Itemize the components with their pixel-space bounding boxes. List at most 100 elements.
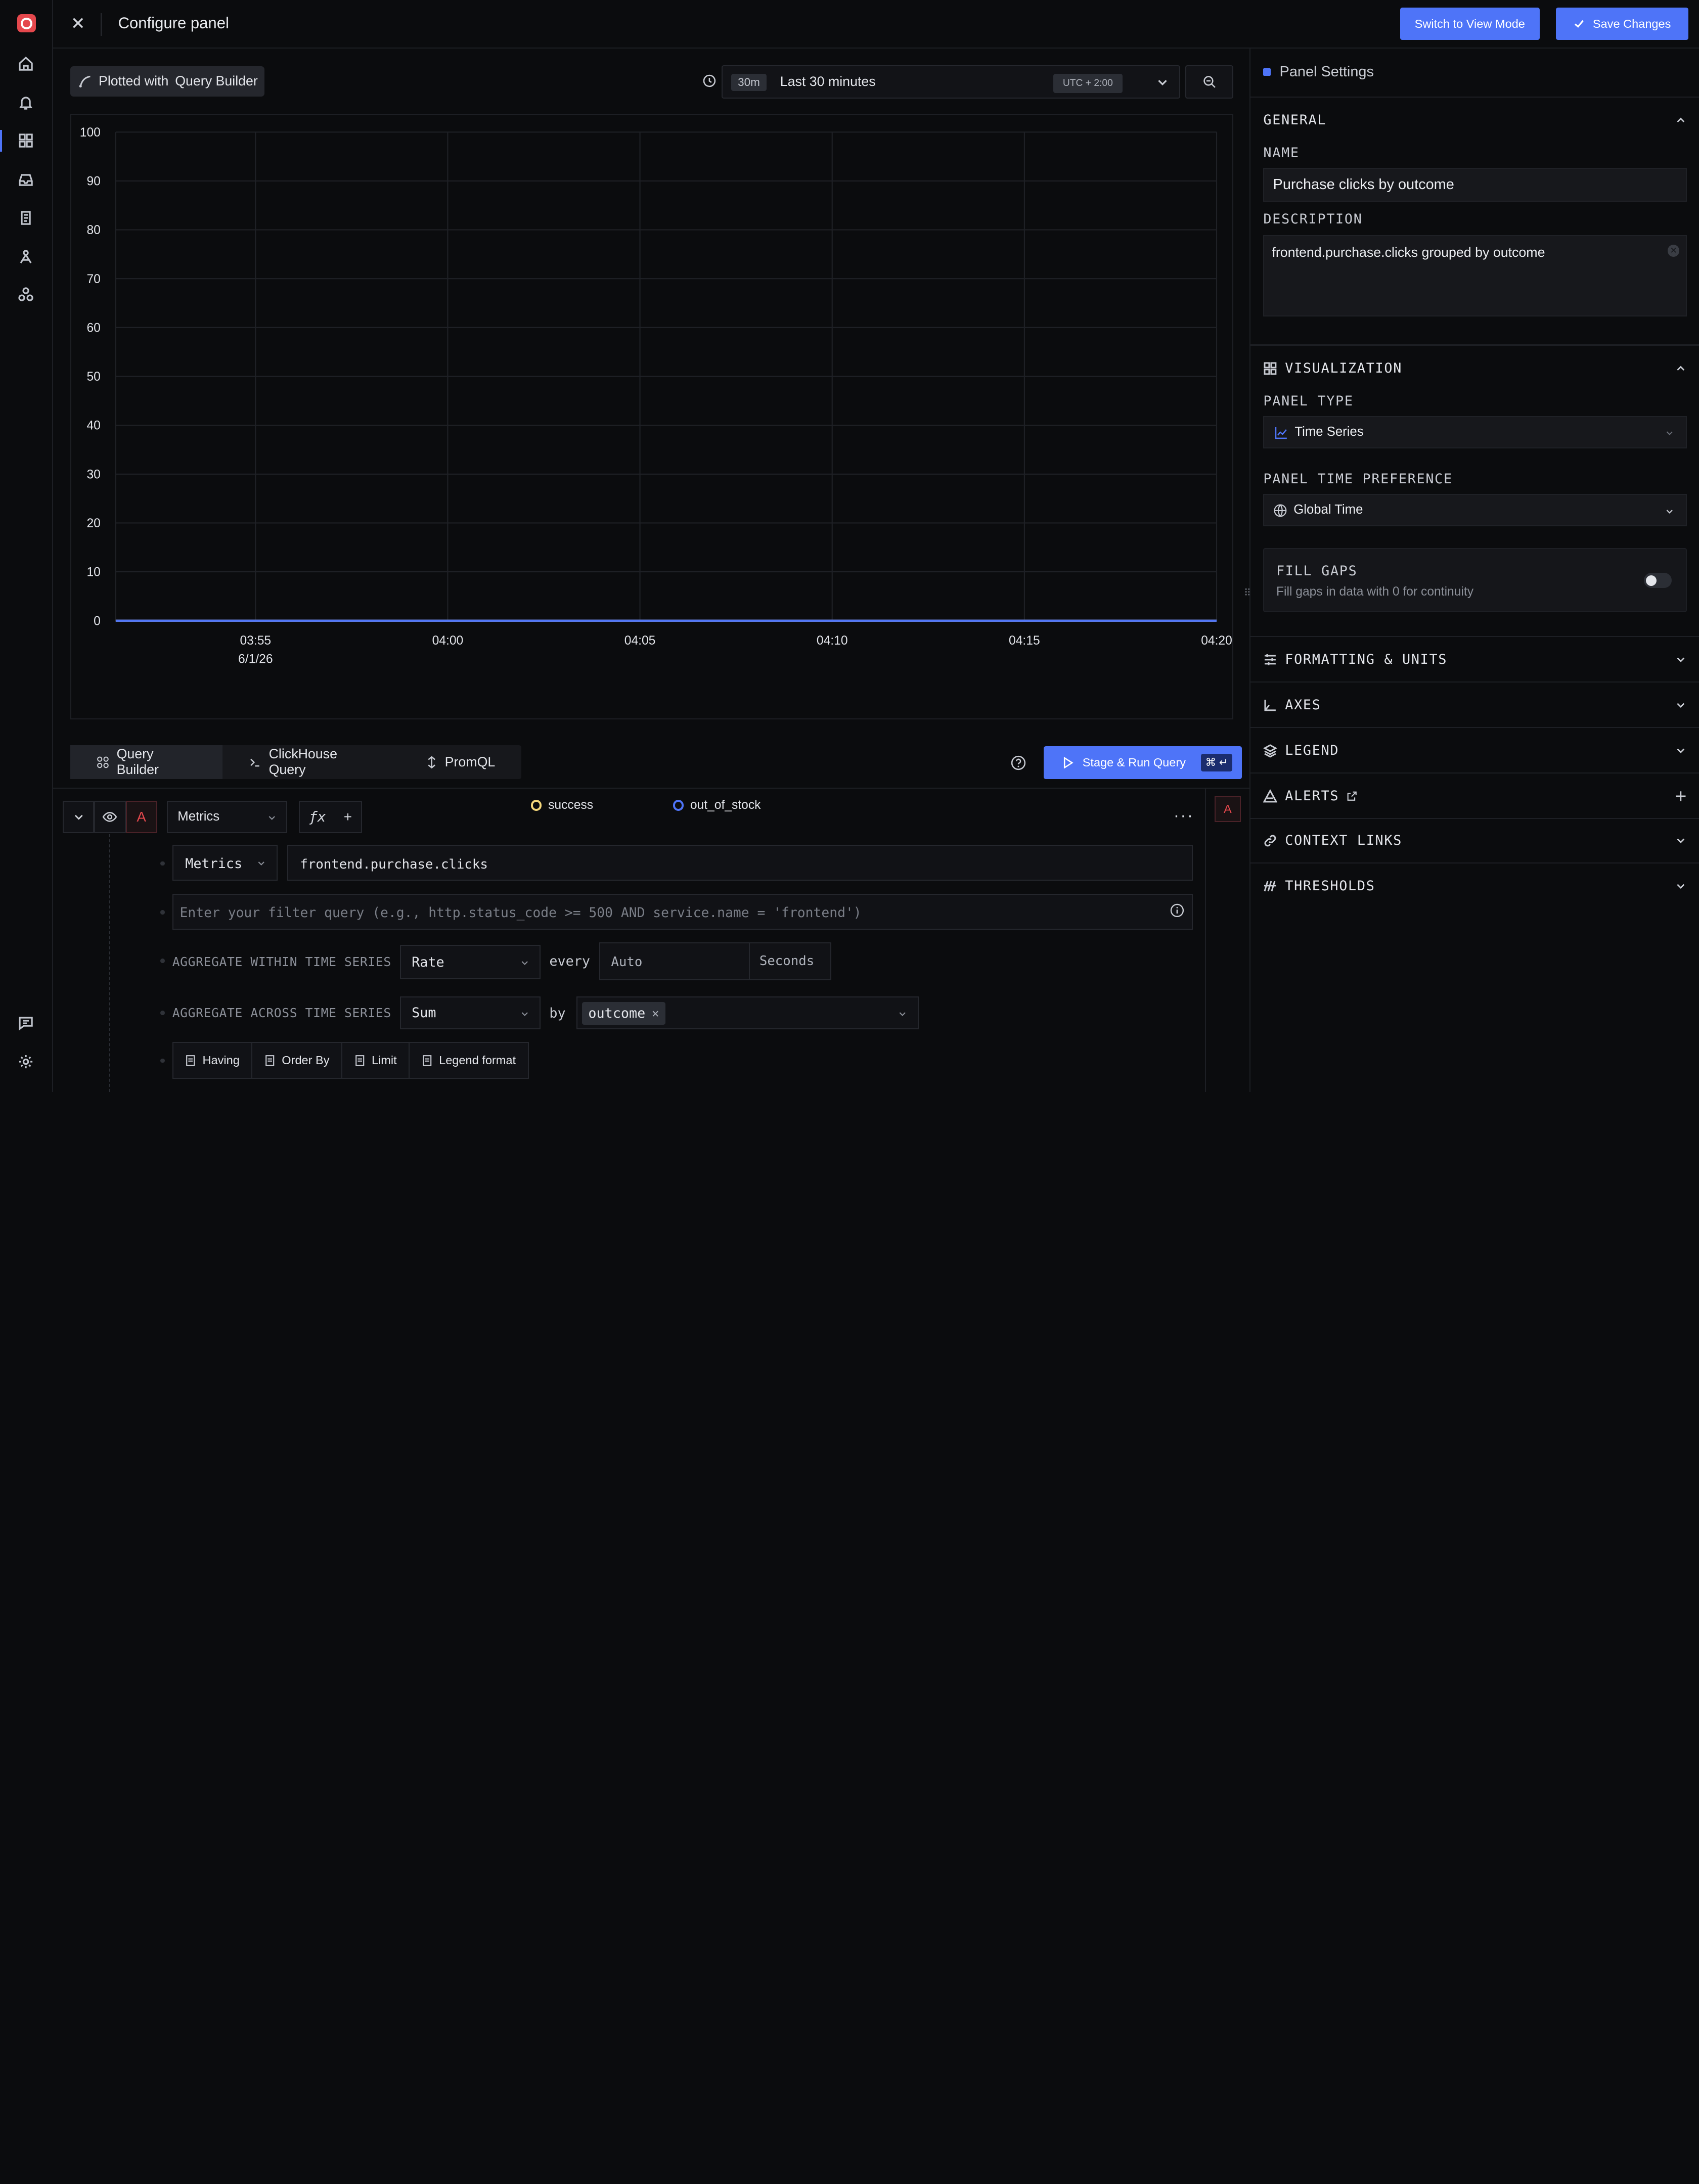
tree-node — [160, 861, 165, 866]
zoom-out-button[interactable] — [1185, 65, 1233, 99]
clock-icon — [698, 70, 722, 92]
chevron-down-icon[interactable] — [1155, 75, 1170, 90]
tree-node — [160, 1011, 165, 1015]
close-icon[interactable]: ✕ — [67, 13, 89, 35]
general-section-header[interactable]: GENERAL — [1263, 109, 1687, 131]
app-root: ✕ Configure panel Switch to View Mode Sa… — [0, 0, 1699, 1092]
filter-query-input[interactable]: Enter your filter query (e.g., http.stat… — [172, 893, 1193, 930]
metric-type-select[interactable]: Metrics — [172, 845, 278, 881]
x-tick-label: 04:15 — [1009, 634, 1040, 648]
external-link-icon[interactable] — [1347, 791, 1357, 801]
limit-button[interactable]: Limit — [342, 1043, 410, 1078]
formatting-units-label: FORMATTING & UNITS — [1285, 652, 1448, 668]
data-source-select[interactable]: Metrics — [167, 800, 287, 833]
terminal-icon — [250, 758, 259, 766]
query-name-badge[interactable]: A — [125, 800, 157, 833]
group-by-select[interactable]: outcome ✕ — [576, 996, 919, 1029]
chevron-down-icon — [900, 1012, 906, 1016]
panel-type-select[interactable]: Time Series — [1263, 416, 1687, 449]
panel-name-input[interactable]: Purchase clicks by outcome — [1263, 168, 1687, 202]
alerts-section-header[interactable]: ALERTS — [1263, 786, 1687, 807]
tab-query-builder-label: Query Builder — [116, 746, 159, 778]
chat-support-icon[interactable] — [15, 1012, 37, 1033]
aggregate-within-label: AGGREGATE WITHIN TIME SERIES — [172, 954, 391, 969]
collapse-query-button[interactable] — [63, 800, 95, 833]
plotted-with-badge[interactable]: Plotted with Query Builder — [70, 66, 264, 97]
axes-section-header[interactable]: AXES — [1263, 695, 1687, 716]
query-type-tabs: Query Builder ClickHouse Query PromQL — [70, 745, 521, 779]
context-links-section-header[interactable]: CONTEXT LINKS — [1263, 830, 1687, 851]
plus-icon[interactable] — [1674, 790, 1687, 803]
legend-item-success[interactable]: success — [530, 798, 593, 812]
tree-node — [160, 1058, 165, 1063]
document-icon — [422, 1055, 432, 1066]
aggregate-across-label: AGGREGATE ACROSS TIME SERIES — [172, 1005, 391, 1020]
y-tick-label: 90 — [87, 174, 101, 188]
help-circle-icon[interactable] — [1008, 752, 1030, 774]
tab-promql-label: PromQL — [444, 754, 496, 769]
panel-description-textarea[interactable]: frontend.purchase.clicks grouped by outc… — [1263, 235, 1687, 316]
info-icon[interactable] — [1170, 903, 1184, 918]
axes-icon — [1264, 700, 1276, 711]
order-by-label: Order By — [282, 1054, 330, 1067]
divider — [1204, 787, 1206, 1092]
alerts-bell-icon[interactable] — [15, 92, 37, 114]
toggle-visibility-button[interactable] — [94, 800, 126, 833]
every-value: Auto — [611, 954, 643, 970]
formatting-units-section-header[interactable]: FORMATTING & UNITS — [1263, 649, 1687, 671]
inbox-icon[interactable] — [15, 169, 37, 191]
more-options-icon[interactable]: ··· — [1174, 806, 1194, 826]
panel-time-preference-select[interactable]: Global Time — [1263, 494, 1687, 527]
add-formula-icon[interactable]: ƒx — [309, 808, 326, 825]
curve-icon — [79, 75, 91, 87]
aggregate-within-select[interactable]: Rate — [399, 944, 541, 980]
panel-settings-header: Panel Settings — [1263, 64, 1374, 80]
legend-format-button[interactable]: Legend format — [410, 1043, 527, 1078]
integrations-icon[interactable] — [15, 284, 37, 305]
order-by-button[interactable]: Order By — [252, 1043, 343, 1078]
legend-marker-success — [530, 800, 542, 811]
panel-type-value: Time Series — [1294, 424, 1364, 439]
dashboards-icon[interactable] — [15, 130, 37, 152]
tab-promql[interactable]: PromQL — [400, 745, 521, 779]
x-tick-label: 04:20 — [1201, 634, 1232, 648]
remove-tag-icon[interactable]: ✕ — [652, 1006, 659, 1020]
query-a-side-badge[interactable]: A — [1215, 796, 1241, 823]
group-by-tag: outcome ✕ — [582, 1002, 666, 1025]
aggregate-across-value: Sum — [412, 1005, 436, 1021]
divider — [53, 787, 1249, 789]
aggregate-across-select[interactable]: Sum — [399, 996, 541, 1029]
by-label: by — [549, 1005, 566, 1021]
tab-clickhouse-query[interactable]: ClickHouse Query — [222, 745, 400, 779]
time-range-picker[interactable]: 30m Last 30 minutes UTC + 2:00 — [722, 65, 1180, 99]
axes-label: AXES — [1285, 697, 1321, 713]
legend-section-header[interactable]: LEGEND — [1263, 740, 1687, 762]
stage-and-run-query-button[interactable]: Stage & Run Query ⌘ ↵ — [1043, 746, 1242, 779]
context-links-label: CONTEXT LINKS — [1285, 833, 1403, 849]
query-builder-icon — [97, 756, 109, 768]
chart-header: Plotted with Query Builder 30m Last 30 m… — [53, 49, 1249, 114]
document-icon — [355, 1055, 364, 1066]
every-interval-field[interactable]: Auto Seconds — [599, 942, 831, 981]
home-icon[interactable] — [15, 53, 37, 75]
time-series-chart[interactable]: 0 10 20 30 40 50 60 70 80 90 100 03:55 04:00 04:05 04:… — [70, 114, 1233, 812]
logs-icon[interactable] — [15, 207, 37, 229]
legend-item-out-of-stock[interactable]: out_of_stock — [673, 798, 761, 812]
having-button[interactable]: Having — [173, 1043, 253, 1078]
thresholds-section-header[interactable]: THRESHOLDS — [1263, 875, 1687, 897]
save-changes-button[interactable]: Save Changes — [1556, 8, 1688, 40]
divider — [1250, 817, 1699, 819]
settings-gear-icon[interactable] — [15, 1051, 37, 1073]
tab-query-builder[interactable]: Query Builder — [70, 745, 223, 779]
switch-to-view-mode-button[interactable]: Switch to View Mode — [1400, 8, 1540, 40]
traces-icon[interactable] — [15, 246, 37, 267]
visualization-section-header[interactable]: VISUALIZATION — [1263, 357, 1687, 379]
zoom-icon — [1203, 76, 1216, 88]
metric-name-input[interactable]: frontend.purchase.clicks — [287, 845, 1193, 881]
fill-gaps-toggle[interactable] — [1643, 573, 1672, 588]
clear-icon[interactable]: ✕ — [1667, 245, 1680, 257]
logo-icon[interactable] — [17, 14, 36, 33]
timezone-badge[interactable]: UTC + 2:00 — [1053, 73, 1123, 94]
add-query-icon[interactable]: + — [344, 809, 352, 825]
fill-gaps-card: FILL GAPS Fill gaps in data with 0 for c… — [1263, 548, 1687, 612]
